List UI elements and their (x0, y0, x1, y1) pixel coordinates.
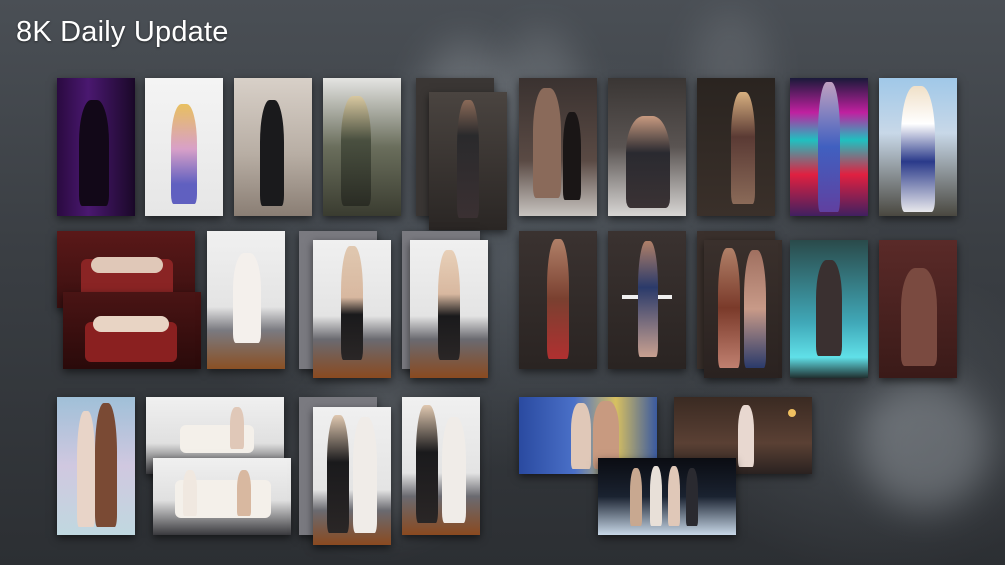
gallery-thumbnail[interactable] (790, 240, 868, 378)
gallery-thumbnail[interactable] (519, 231, 597, 369)
gallery-thumbnail[interactable] (519, 78, 597, 216)
gallery-thumbnail[interactable] (429, 92, 507, 230)
gallery-thumbnail[interactable] (410, 240, 488, 378)
gallery-thumbnail[interactable] (790, 78, 868, 216)
gallery-thumbnail[interactable] (402, 397, 480, 535)
gallery-thumbnail[interactable] (323, 78, 401, 216)
gallery-thumbnail[interactable] (207, 231, 285, 369)
gallery-thumbnail[interactable] (879, 78, 957, 216)
gallery-thumbnail[interactable] (879, 240, 957, 378)
gallery-thumbnail[interactable] (63, 292, 201, 369)
page-title: 8K Daily Update (16, 16, 229, 48)
gallery-thumbnail[interactable] (608, 231, 686, 369)
gallery-thumbnail[interactable] (153, 458, 291, 535)
gallery-thumbnail[interactable] (697, 78, 775, 216)
gallery-thumbnail[interactable] (704, 240, 782, 378)
gallery-thumbnail[interactable] (145, 78, 223, 216)
gallery-thumbnail[interactable] (57, 397, 135, 535)
gallery-thumbnail[interactable] (608, 78, 686, 216)
gallery-thumbnail[interactable] (313, 240, 391, 378)
gallery-thumbnail[interactable] (57, 78, 135, 216)
gallery-thumbnail[interactable] (234, 78, 312, 216)
gallery-thumbnail[interactable] (598, 458, 736, 535)
gallery-thumbnail[interactable] (313, 407, 391, 545)
